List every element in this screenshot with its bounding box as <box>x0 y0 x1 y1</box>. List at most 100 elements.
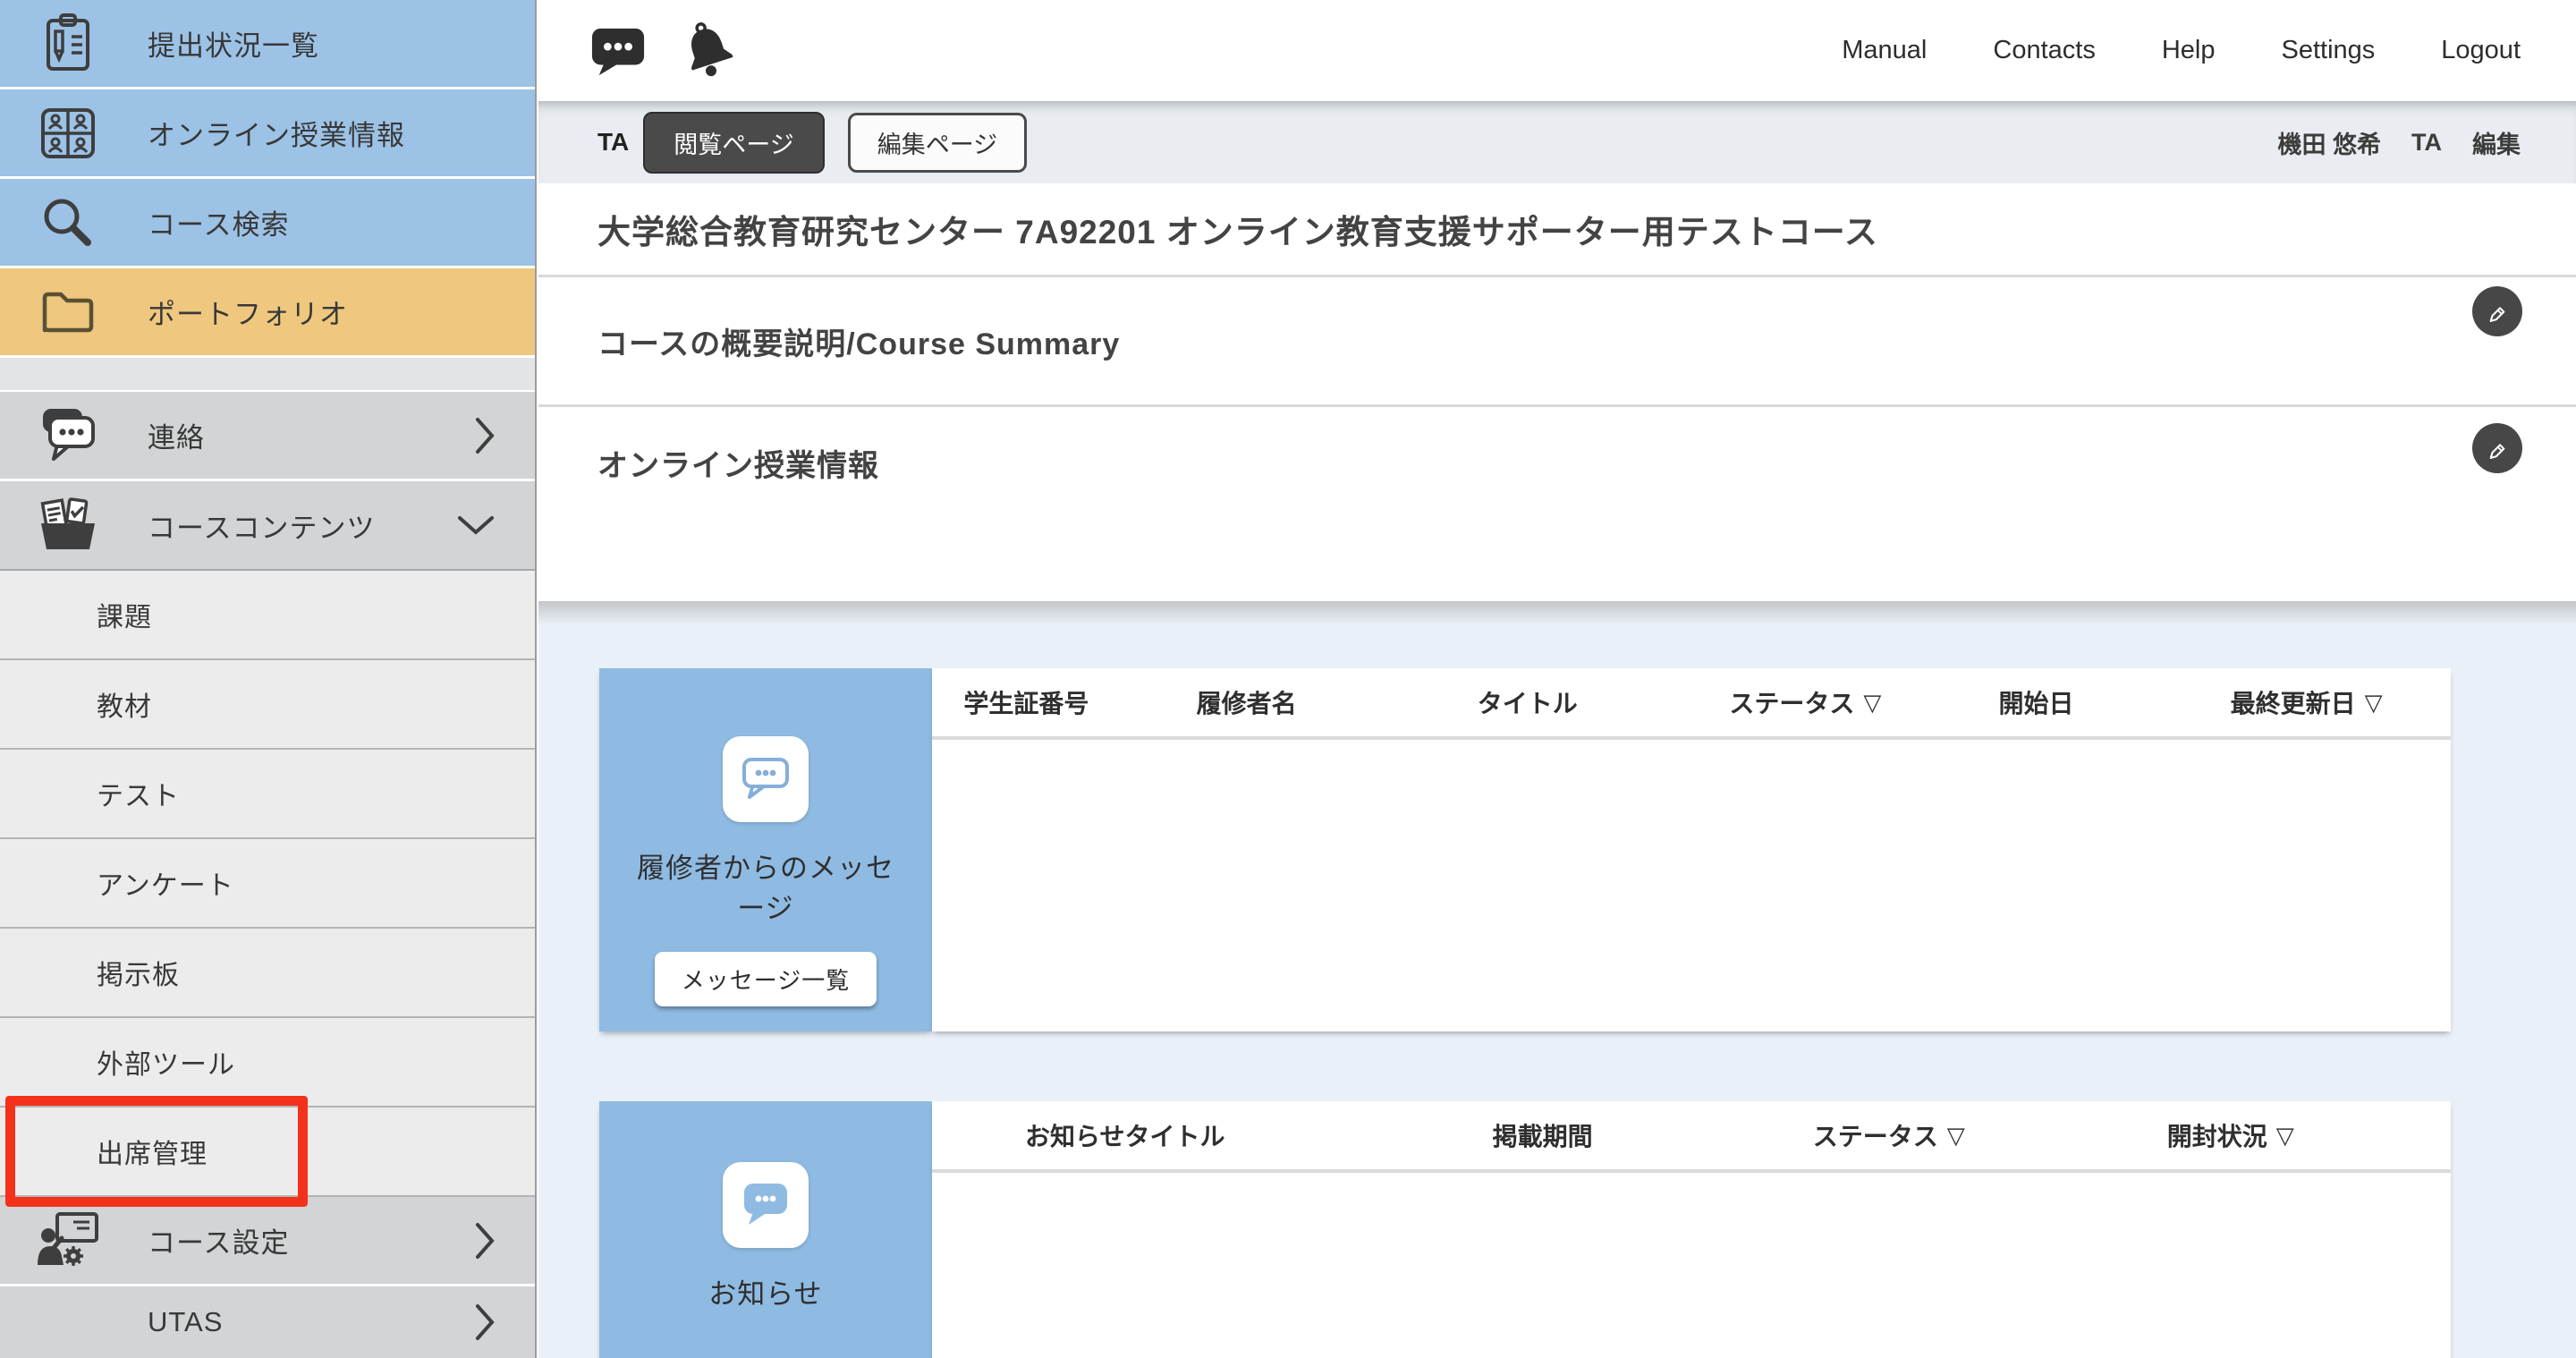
nav-logout[interactable]: Logout <box>2441 36 2521 65</box>
sidebar-item-label: 連絡 <box>148 415 205 455</box>
sidebar-item-attendance[interactable]: 出席管理 <box>0 1108 535 1197</box>
announcements-panel: お知らせ <box>599 1101 932 1358</box>
sidebar-item-bulletin-board[interactable]: 掲示板 <box>0 929 535 1018</box>
sidebar-item-external-tools[interactable]: 外部ツール <box>0 1018 535 1108</box>
table-header-row: 学生証番号 履修者名 タイトル ステータス▽ 開始日 最終更新日▽ <box>932 668 2451 740</box>
pencil-icon <box>2482 296 2512 327</box>
message-list-button[interactable]: メッセージ一覧 <box>655 952 877 1006</box>
view-page-button[interactable]: 閲覧ページ <box>643 112 824 174</box>
course-summary-section: コースの概要説明/Course Summary <box>538 277 2576 407</box>
chat-bubble-icon <box>34 402 102 470</box>
sidebar-item-online-class-info[interactable]: オンライン授業情報 <box>0 89 535 179</box>
sidebar-item-label: コース設定 <box>148 1220 289 1260</box>
edit-page-button[interactable]: 編集ページ <box>848 113 1027 173</box>
announcements-table: お知らせタイトル 掲載期間 ステータス▽ 開封状況▽ <box>932 1101 2451 1358</box>
sidebar-item-surveys[interactable]: アンケート <box>0 839 535 929</box>
sidebar-item-utas[interactable]: UTAS <box>0 1286 535 1358</box>
sidebar-item-label: 提出状況一覧 <box>148 23 319 64</box>
search-icon <box>34 189 102 257</box>
column-header: お知らせタイトル <box>932 1117 1326 1153</box>
student-messages-table: 学生証番号 履修者名 タイトル ステータス▽ 開始日 最終更新日▽ <box>932 668 2451 1031</box>
online-class-info-section: オンライン授業情報 <box>538 407 2576 601</box>
column-header: 学生証番号 <box>932 684 1130 720</box>
column-header: 最終更新日▽ <box>2162 684 2451 720</box>
sidebar-item-tests[interactable]: テスト <box>0 750 535 839</box>
column-header: 掲載期間 <box>1326 1117 1767 1153</box>
edit-online-info-button[interactable] <box>2472 423 2522 473</box>
sidebar-item-materials[interactable]: 教材 <box>0 660 535 750</box>
sidebar-item-submission-status[interactable]: 提出状況一覧 <box>0 0 535 89</box>
sidebar-item-label: 掲示板 <box>97 953 180 992</box>
chevron-right-icon <box>474 1221 496 1260</box>
sidebar-item-label: UTAS <box>148 1306 223 1338</box>
widgets-area: 履修者からのメッセージ メッセージ一覧 学生証番号 履修者名 タイトル ステータ… <box>538 624 2576 1358</box>
main-content: Manual Contacts Help Settings Logout TA … <box>538 0 2576 1358</box>
top-bar: Manual Contacts Help Settings Logout <box>538 0 2576 101</box>
sidebar-item-label: オンライン授業情報 <box>148 113 405 153</box>
user-area: 機田 悠希 TA 編集 <box>2277 125 2521 160</box>
page-title: 大学総合教育研究センター 7A92201 オンライン教育支援サポーター用テストコ… <box>597 205 1878 253</box>
column-header: タイトル <box>1372 684 1691 720</box>
course-title-band: 大学総合教育研究センター 7A92201 オンライン教育支援サポーター用テストコ… <box>538 183 2576 277</box>
announcement-bubble-icon <box>723 1162 809 1248</box>
sidebar-item-course-contents[interactable]: コースコンテンツ <box>0 481 535 571</box>
user-name: 機田 悠希 <box>2277 125 2381 160</box>
user-edit-link[interactable]: 編集 <box>2472 125 2521 160</box>
sidebar-item-assignments[interactable]: 課題 <box>0 571 535 660</box>
table-body-empty <box>932 740 2451 1031</box>
student-messages-widget: 履修者からのメッセージ メッセージ一覧 学生証番号 履修者名 タイトル ステータ… <box>599 668 2451 1031</box>
chevron-down-icon <box>456 514 496 536</box>
sidebar-item-label: アンケート <box>97 863 234 903</box>
sidebar-item-label: テスト <box>97 774 180 813</box>
nav-help[interactable]: Help <box>2162 36 2216 65</box>
sidebar-item-label: 外部ツール <box>97 1042 235 1082</box>
content-box-icon <box>34 491 102 559</box>
user-role: TA <box>2411 129 2442 157</box>
lms-course-page: 提出状況一覧 オンライン授業情報 <box>0 0 2576 1358</box>
nav-manual[interactable]: Manual <box>1842 36 1927 65</box>
sidebar-item-label: 課題 <box>97 595 152 634</box>
section-shadow-divider <box>538 601 2576 624</box>
sidebar-spacer <box>0 358 535 392</box>
sidebar-item-label: コース検索 <box>148 202 289 242</box>
widget-label: お知らせ <box>627 1275 904 1315</box>
table-header-row: お知らせタイトル 掲載期間 ステータス▽ 開封状況▽ <box>932 1101 2451 1173</box>
column-header: ステータス▽ <box>1691 684 1919 720</box>
course-summary-title: コースの概要説明/Course Summary <box>597 319 1120 363</box>
sidebar-item-label: ポートフォリオ <box>148 292 348 332</box>
sidebar-item-contact[interactable]: 連絡 <box>0 392 535 481</box>
announcements-widget: お知らせ お知らせタイトル 掲載期間 ステータス▽ 開封状況▽ <box>599 1101 2451 1358</box>
message-bubble-outline-icon <box>723 736 809 822</box>
sort-toggle[interactable]: ▽ <box>1947 1122 1965 1150</box>
role-badge: TA <box>597 128 629 157</box>
sidebar-item-course-search[interactable]: コース検索 <box>0 179 535 268</box>
sort-toggle[interactable]: ▽ <box>2276 1122 2294 1150</box>
sort-toggle[interactable]: ▽ <box>2365 689 2383 717</box>
table-body-empty <box>932 1173 2451 1358</box>
notifications-bell-icon[interactable] <box>678 19 739 83</box>
student-messages-panel: 履修者からのメッセージ メッセージ一覧 <box>599 668 932 1031</box>
chevron-right-icon <box>474 1303 496 1342</box>
widget-label: 履修者からのメッセージ <box>627 849 904 929</box>
column-header: 開封状況▽ <box>2011 1117 2451 1153</box>
sort-toggle[interactable]: ▽ <box>1863 689 1881 717</box>
nav-contacts[interactable]: Contacts <box>1993 36 2095 65</box>
course-settings-icon <box>34 1207 102 1275</box>
video-grid-icon <box>34 99 102 167</box>
page-toolbar: TA 閲覧ページ 編集ページ 機田 悠希 TA 編集 <box>538 101 2576 183</box>
column-header: 履修者名 <box>1130 684 1373 720</box>
nav-settings[interactable]: Settings <box>2282 36 2376 65</box>
column-header: ステータス▽ <box>1767 1117 2011 1153</box>
folder-icon <box>34 278 102 346</box>
edit-summary-button[interactable] <box>2472 286 2522 336</box>
sidebar: 提出状況一覧 オンライン授業情報 <box>0 0 537 1358</box>
messages-icon[interactable] <box>590 24 646 78</box>
column-header: 開始日 <box>1919 684 2163 720</box>
pencil-icon <box>2482 433 2512 463</box>
chevron-right-icon <box>474 416 496 455</box>
top-navigation: Manual Contacts Help Settings Logout <box>1842 36 2576 65</box>
sidebar-item-course-settings[interactable]: コース設定 <box>0 1197 535 1286</box>
sidebar-item-label: コースコンテンツ <box>148 505 375 546</box>
sidebar-item-portfolio[interactable]: ポートフォリオ <box>0 268 535 358</box>
clipboard-icon <box>34 10 102 78</box>
